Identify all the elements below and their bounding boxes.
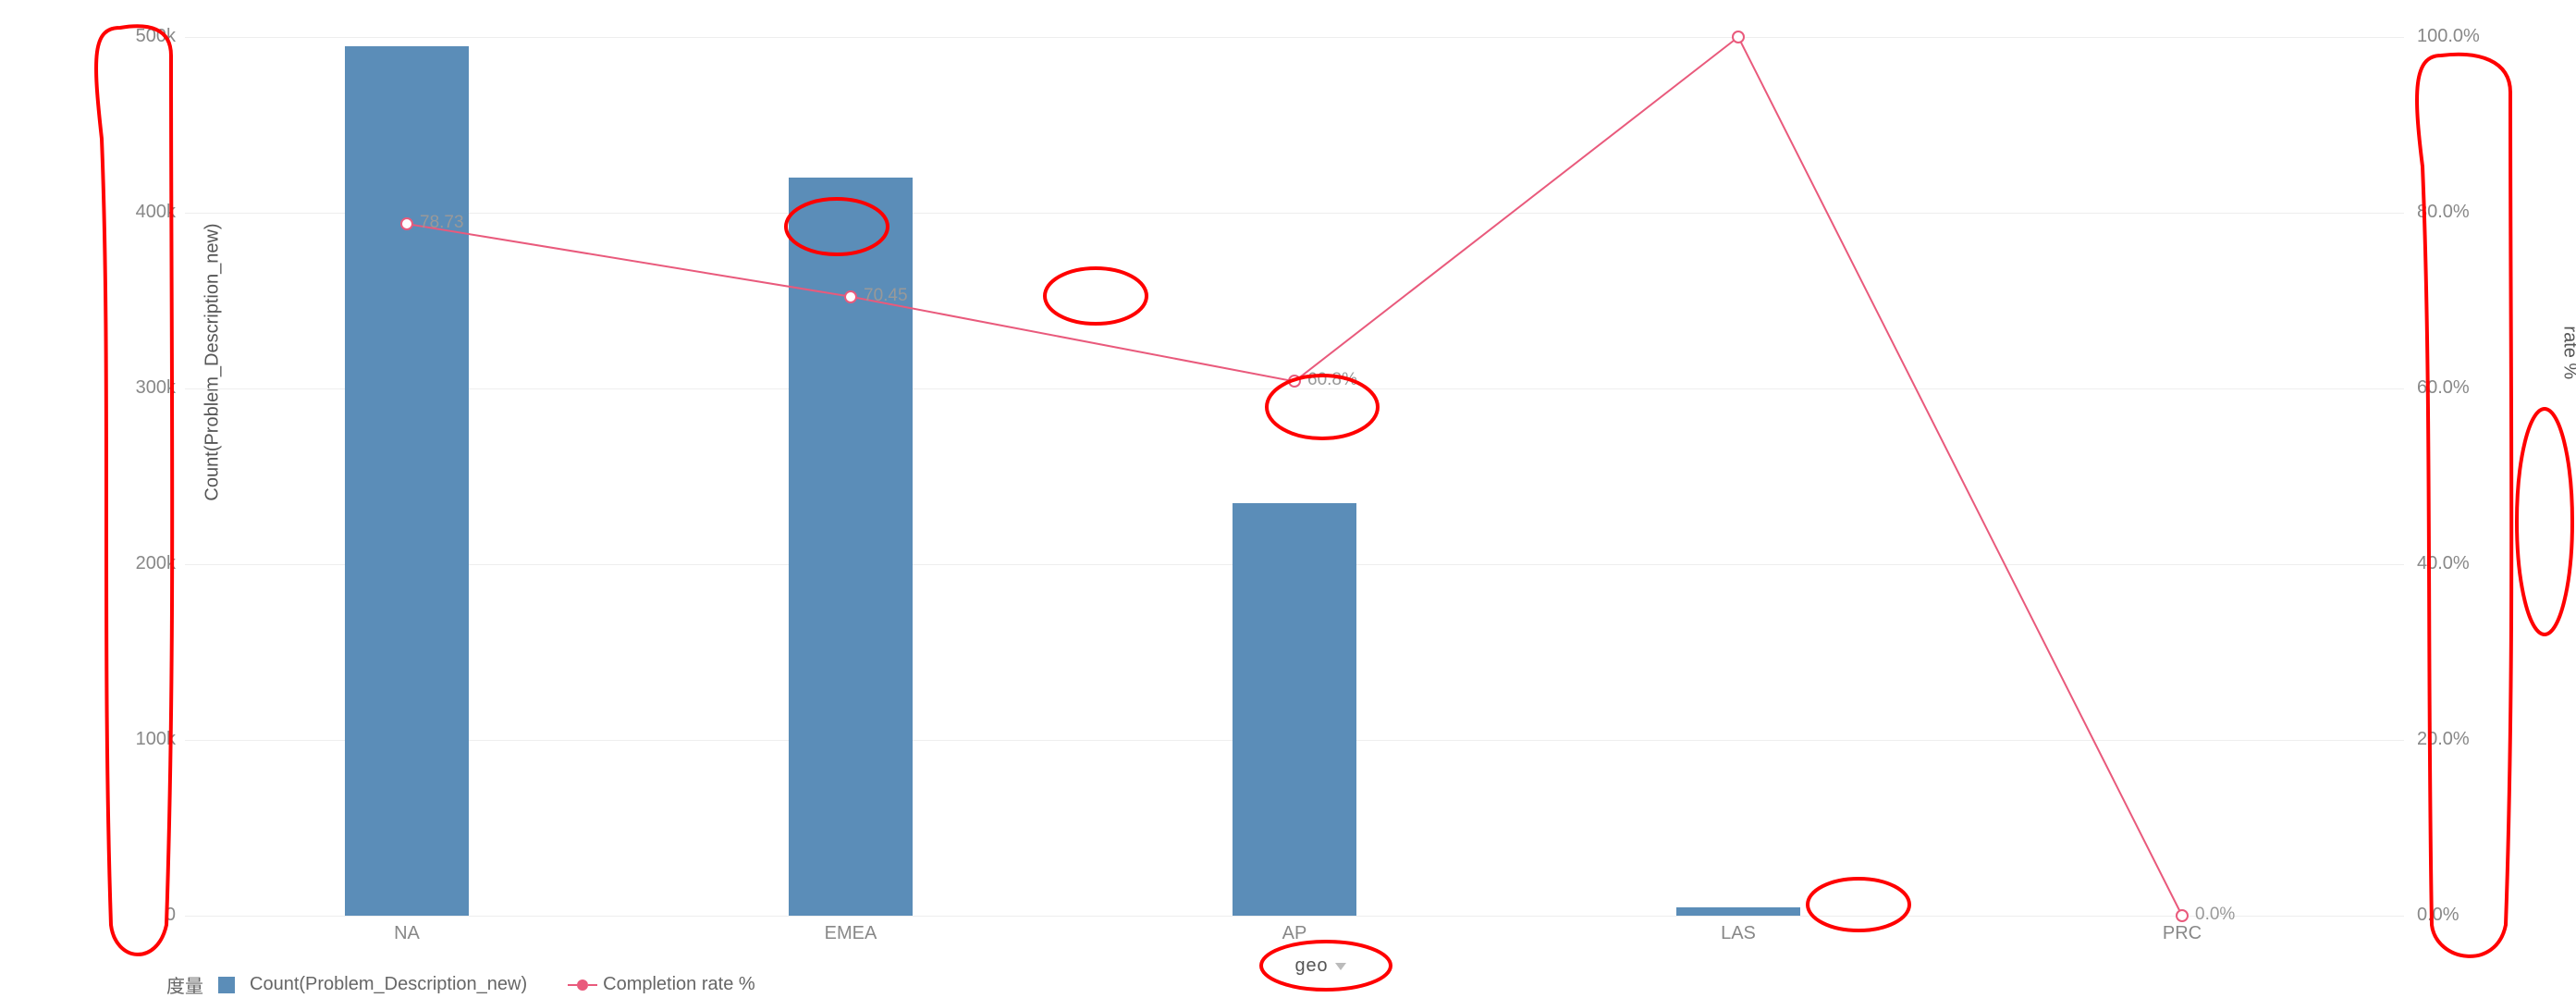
y2-tick: 100.0% [2417,26,2500,47]
chevron-down-icon [1335,963,1346,970]
y-tick: 300k [111,377,176,399]
category-label: AP [1230,923,1359,944]
category-label: LAS [1674,923,1803,944]
legend-swatch-bar [218,977,235,993]
y2-tick: 40.0% [2417,553,2500,574]
line-point [2176,909,2189,922]
data-label: 0.0% [2195,905,2235,925]
y-tick: 0 [111,905,176,926]
y2-tick: 0.0% [2417,905,2500,926]
y-tick: 200k [111,553,176,574]
legend-label-line: Completion rate % [603,974,755,995]
legend-label-bar: Count(Problem_Description_new) [250,974,527,995]
legend-title: 度量 [166,971,203,998]
line-point [400,217,413,230]
legend-swatch-line [577,980,588,991]
data-label: 70.45 [864,286,908,306]
category-label: PRC [2117,923,2247,944]
y2-tick: 80.0% [2417,202,2500,223]
legend: 度量 Count(Problem_Description_new) Comple… [166,971,755,998]
y-axis-label: Count(Problem_Description_new) [202,223,224,500]
line-point [1288,375,1301,388]
y2-tick: 60.0% [2417,377,2500,399]
bar [1676,907,1800,917]
bar [1233,503,1356,917]
y2-axis-label: Completion rate % [2559,326,2576,419]
data-label: 60.8% [1307,370,1357,390]
category-label: NA [342,923,472,944]
bar [345,46,469,917]
line-point [844,290,857,303]
y2-tick: 20.0% [2417,729,2500,750]
x-axis-label: geo [1294,956,1328,978]
data-label: 78.73 [420,213,464,233]
y-tick: 400k [111,202,176,223]
category-label: EMEA [786,923,915,944]
y-tick: 100k [111,729,176,750]
x-axis-control[interactable]: geo [1294,956,1346,978]
line-point [1732,31,1745,43]
y-tick: 500k [111,26,176,47]
